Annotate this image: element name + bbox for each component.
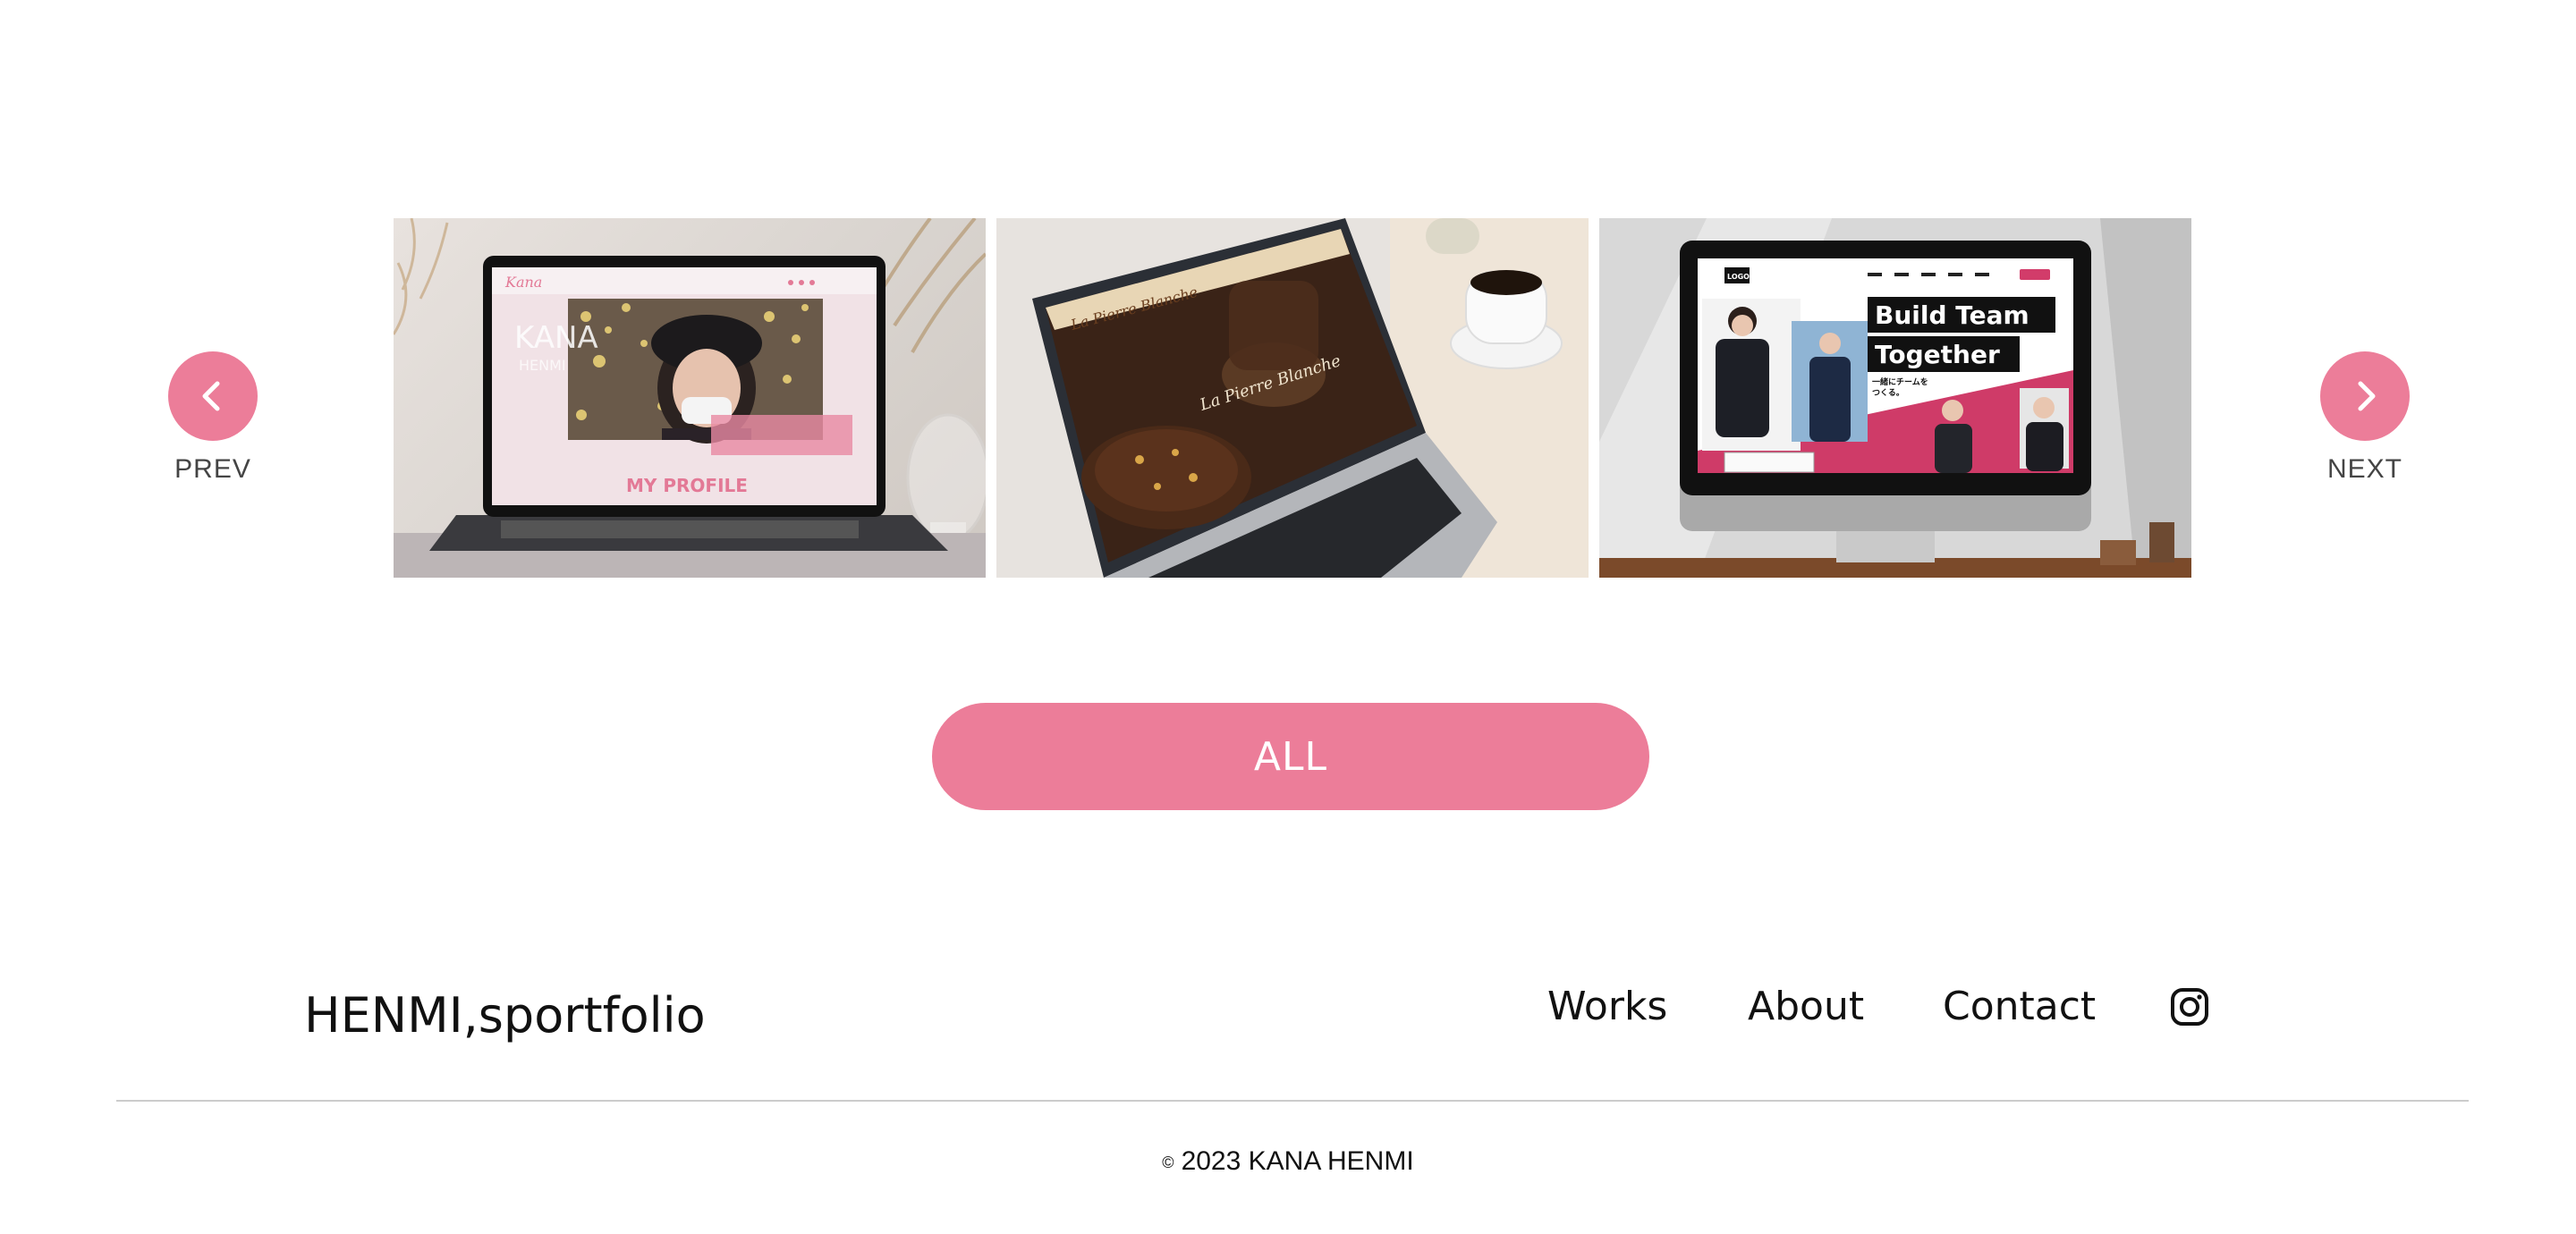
- slide-profile-site[interactable]: Kana KANA HENMI MY PROFILE: [394, 218, 986, 578]
- slide-patisserie-site[interactable]: La Pierre Blanche La Pierre Blanche: [996, 218, 1589, 578]
- laptop-profile-image: Kana KANA HENMI MY PROFILE: [394, 218, 986, 578]
- svg-text:一緒にチームを: 一緒にチームを: [1872, 376, 1928, 387]
- prev-label[interactable]: PREV: [141, 454, 284, 485]
- next-button[interactable]: [2320, 351, 2410, 441]
- copyright-symbol: ©: [1162, 1153, 1174, 1171]
- svg-text:HENMI: HENMI: [519, 357, 566, 374]
- nav-contact-link[interactable]: Contact: [1943, 984, 2096, 1029]
- chevron-right-icon: [2358, 381, 2376, 411]
- slide-recruit-site[interactable]: LOGO Build Team Together 一緒にチームを つくる。: [1599, 218, 2191, 578]
- desktop-recruit-image: LOGO Build Team Together 一緒にチームを つくる。: [1599, 218, 2191, 578]
- next-label[interactable]: NEXT: [2293, 454, 2436, 485]
- svg-text:LOGO: LOGO: [1727, 273, 1750, 281]
- nav-about-link[interactable]: About: [1748, 984, 1864, 1029]
- svg-text:つくる。: つくる。: [1872, 388, 1904, 398]
- footer-brand[interactable]: HENMI,sportfolio: [304, 987, 706, 1044]
- svg-text:Together: Together: [1875, 340, 2000, 369]
- all-works-button[interactable]: ALL: [932, 703, 1649, 810]
- svg-text:KANA: KANA: [514, 320, 598, 356]
- chevron-left-icon: [202, 381, 220, 411]
- svg-text:MY PROFILE: MY PROFILE: [626, 475, 748, 496]
- nav-works-link[interactable]: Works: [1547, 984, 1667, 1029]
- svg-text:Kana: Kana: [504, 274, 542, 291]
- instagram-icon[interactable]: [2170, 987, 2209, 1027]
- svg-text:Build Team: Build Team: [1875, 300, 2029, 330]
- laptop-patisserie-image: La Pierre Blanche La Pierre Blanche: [996, 218, 1589, 578]
- footer-divider: [116, 1100, 2469, 1102]
- copyright-text: 2023 KANA HENMI: [1181, 1146, 1414, 1176]
- copyright: © 2023 KANA HENMI: [0, 1146, 2576, 1177]
- prev-button[interactable]: [168, 351, 258, 441]
